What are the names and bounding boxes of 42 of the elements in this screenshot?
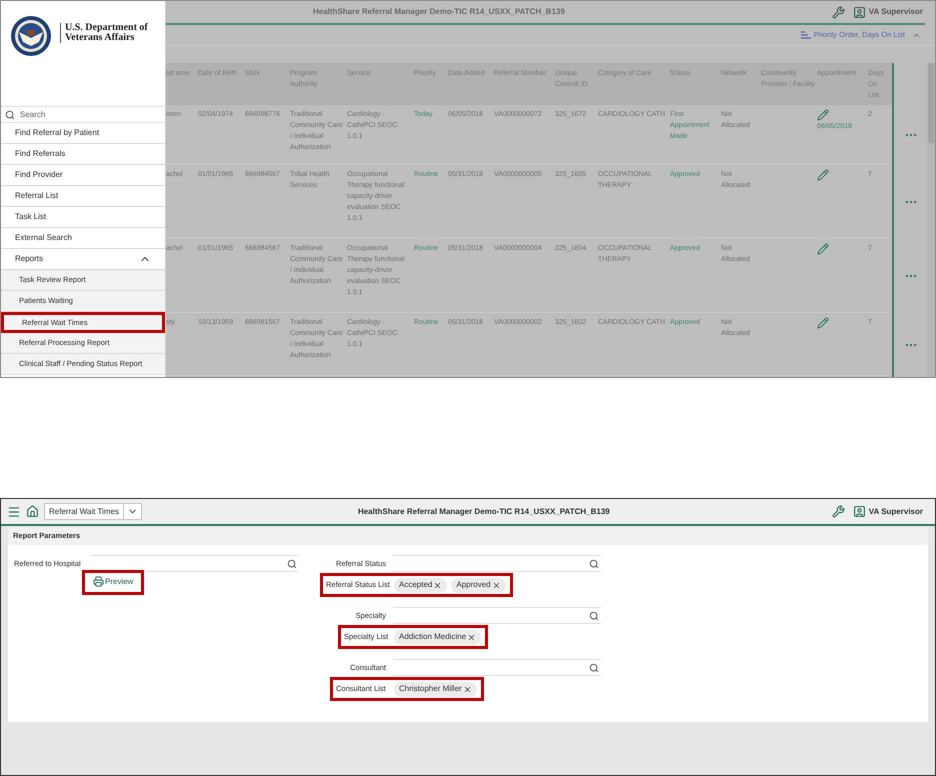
app-title: HealthShare Referral Manager Demo-TIC R14_USXX_PATCH_B139 bbox=[358, 506, 610, 518]
search-icon bbox=[589, 558, 599, 568]
search-icon bbox=[287, 558, 297, 568]
user-icon[interactable] bbox=[852, 505, 866, 518]
search-icon bbox=[589, 662, 599, 672]
menu-item[interactable]: Task List bbox=[1, 207, 165, 228]
seal-logo bbox=[10, 15, 52, 57]
user-name[interactable]: VA Supervisor bbox=[868, 506, 923, 518]
menu-item[interactable]: Find Referrals bbox=[1, 144, 165, 165]
menu-item[interactable]: Find Referral by Patient bbox=[1, 123, 165, 144]
preview-button[interactable]: Preview bbox=[82, 570, 144, 595]
search-icon bbox=[589, 610, 599, 620]
menu-item[interactable]: Find Provider bbox=[1, 165, 165, 186]
menu-icon[interactable] bbox=[7, 504, 21, 518]
printer-icon bbox=[93, 576, 104, 587]
page-dropdown[interactable]: Referral Wait Times bbox=[44, 503, 142, 520]
organization-name: Veterans Affairs bbox=[65, 33, 134, 43]
menu-item[interactable]: Referral List bbox=[1, 186, 165, 207]
scrollbar[interactable] bbox=[927, 63, 935, 377]
edit-icon[interactable] bbox=[817, 169, 829, 181]
search-icon bbox=[5, 110, 15, 120]
filter-chip[interactable]: Addiction Medicine bbox=[394, 630, 482, 644]
organization-name: U.S. Department of bbox=[65, 23, 148, 33]
filter-chip[interactable]: Approved bbox=[451, 578, 506, 592]
filter-chip[interactable]: Accepted bbox=[394, 578, 448, 592]
wrench-icon[interactable] bbox=[832, 505, 845, 518]
home-icon[interactable] bbox=[26, 505, 39, 518]
remove-icon[interactable] bbox=[462, 684, 472, 694]
wrench-icon[interactable] bbox=[832, 6, 845, 18]
edit-icon[interactable] bbox=[817, 243, 829, 255]
search-field[interactable]: Search bbox=[1, 106, 165, 123]
menu-item[interactable]: External Search bbox=[1, 228, 165, 249]
filter-chip[interactable]: Christopher Miller bbox=[394, 682, 477, 696]
edit-icon[interactable] bbox=[817, 317, 829, 329]
remove-icon[interactable] bbox=[492, 580, 501, 590]
app-title: HealthShare Referral Manager Demo-TIC R14_USXX_PATCH_B139 bbox=[313, 6, 565, 18]
remove-icon[interactable] bbox=[433, 580, 442, 590]
user-icon[interactable] bbox=[852, 6, 866, 18]
sort-icon bbox=[800, 31, 811, 39]
remove-icon[interactable] bbox=[467, 632, 476, 642]
edit-icon[interactable] bbox=[817, 109, 829, 121]
user-name[interactable]: VA Supervisor bbox=[868, 6, 923, 18]
